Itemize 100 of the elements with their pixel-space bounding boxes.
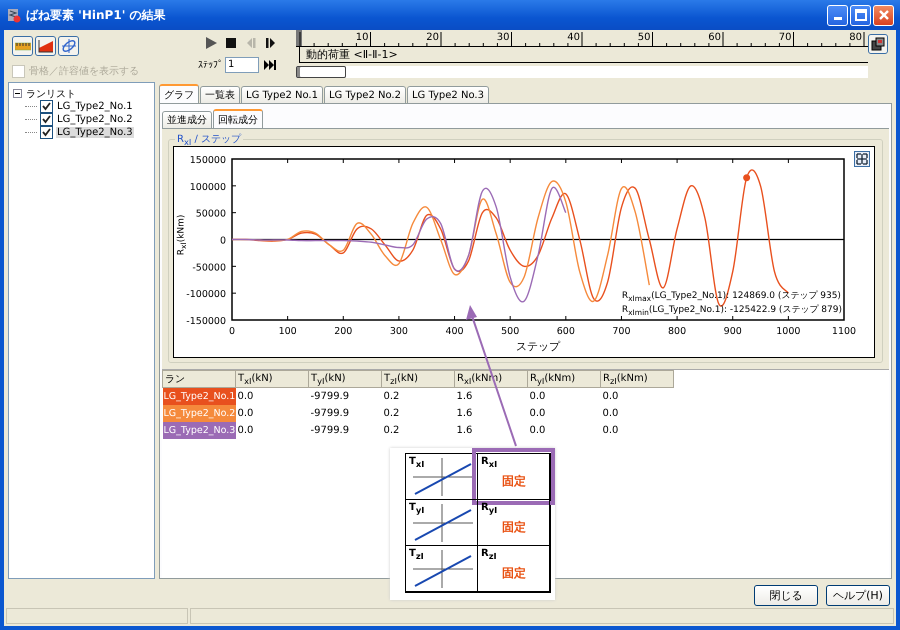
fixed-label: 固定	[502, 519, 526, 536]
x-tick-label: 400	[445, 326, 464, 337]
y-tick-label: 50000	[196, 208, 226, 220]
run-name-cell: LG_Type2_No.1	[162, 388, 236, 405]
run-checkbox[interactable]	[40, 100, 53, 113]
y-tick-label: -100000	[186, 289, 226, 300]
step-forward-icon	[264, 36, 278, 50]
windows-icon	[871, 37, 885, 51]
table-cell-text: 0.0	[528, 407, 546, 421]
table-cell-text: 1.6	[456, 407, 474, 421]
table-cell: 0.0	[236, 422, 308, 439]
fixed-label: 固定	[502, 565, 526, 582]
tab[interactable]: 一覧表	[200, 86, 240, 103]
tree-item[interactable]: LG_Type2_No.2	[56, 114, 134, 125]
y-tick-label: -50000	[192, 262, 226, 274]
run-name-cell: LG_Type2_No.2	[162, 405, 236, 422]
ruler-tool-button[interactable]	[12, 36, 33, 56]
run-checkbox[interactable]	[40, 113, 53, 126]
windows-button[interactable]	[868, 34, 888, 54]
max-marker	[743, 174, 750, 182]
table-cell: 0.0	[528, 388, 600, 405]
table-cell: 0.0	[236, 405, 308, 422]
chart-group-title: R$_{xI}$ / ステップ	[175, 132, 244, 147]
maximize-icon	[854, 9, 866, 21]
column-header[interactable]: ラン	[162, 370, 236, 388]
column-header[interactable]: T$_{zI}$(kN)	[382, 370, 454, 388]
x-tick-label: 1000	[776, 326, 800, 337]
table-cell-text: 0.0	[602, 407, 620, 421]
graph-tool-button[interactable]	[35, 36, 56, 56]
tree-item[interactable]: ランリスト	[25, 86, 77, 100]
dialog-button[interactable]: 閉じる	[754, 585, 818, 606]
stop-icon	[224, 36, 238, 50]
table-cell-text: -9799.9	[310, 407, 350, 421]
dof-label: T$_{yI}$	[409, 502, 424, 515]
column-header[interactable]: R$_{zI}$(kNm)	[600, 370, 674, 388]
column-header[interactable]: R$_{yI}$(kNm)	[528, 370, 600, 388]
fixed-label: 固定	[502, 473, 526, 490]
dialog-button[interactable]: ヘルプ(H)	[826, 585, 890, 606]
orbit-tool-button[interactable]	[58, 36, 79, 56]
spring-icon	[6, 7, 22, 23]
run-name-cell: LG_Type2_No.3	[162, 422, 236, 439]
tab[interactable]: LG Type2 No.2	[324, 86, 406, 103]
minimize-icon	[834, 17, 842, 20]
table-cell: 0.0	[600, 388, 674, 405]
tab[interactable]: LG Type2 No.1	[241, 86, 323, 103]
timeline-ruler[interactable]: 10 20 30 40 50 60 70 80	[296, 30, 868, 47]
collapse-icon[interactable]	[13, 89, 22, 98]
y-tick-label: 150000	[190, 155, 226, 166]
orbit-icon	[60, 38, 76, 54]
fit-view-icon	[856, 153, 868, 165]
load-case-label: 動的荷重 <Ⅱ-Ⅱ-1>	[306, 48, 398, 61]
x-tick-label: 100	[278, 326, 297, 337]
table-cell: 0.0	[236, 388, 308, 405]
column-header[interactable]: T$_{yI}$(kN)	[308, 370, 382, 388]
x-tick-label: 800	[668, 326, 686, 337]
maximize-button[interactable]	[850, 4, 871, 26]
table-cell: 0.2	[382, 388, 454, 405]
column-header[interactable]: T$_{xI}$(kN)	[236, 370, 308, 388]
x-tick-label: 300	[390, 326, 408, 337]
window-title: ばね要素 'HinP1' の結果	[26, 6, 166, 24]
table-cell: 1.6	[454, 388, 528, 405]
fit-view-button[interactable]	[854, 151, 870, 167]
ruler-icon	[14, 40, 30, 52]
y-tick-label: 0	[220, 236, 226, 246]
close-icon	[878, 9, 890, 21]
dof-label: R$_{zI}$	[481, 548, 497, 561]
x-tick-label: 200	[334, 326, 352, 337]
table-cell-text: 0.2	[382, 407, 400, 421]
y-tick-label: -150000	[186, 316, 226, 327]
table-cell-text: -9799.9	[310, 424, 350, 438]
dof-label: T$_{xI}$	[409, 456, 424, 469]
table-cell-text: 1.6	[456, 424, 474, 438]
x-tick-label: 900	[724, 326, 742, 337]
x-tick-label: 700	[612, 326, 631, 337]
x-tick-label: 0	[228, 326, 236, 337]
tab[interactable]: グラフ	[159, 84, 199, 103]
progress-track[interactable]	[296, 66, 868, 78]
tab[interactable]: 並進成分	[162, 111, 212, 128]
y-tick-label: 100000	[190, 182, 226, 193]
x-tick-label: 600	[556, 326, 575, 337]
x-tick-label: 1100	[832, 326, 856, 337]
dof-label: R$_{yI}$	[481, 502, 498, 515]
dof-label: T$_{zI}$	[409, 548, 424, 561]
run-checkbox[interactable]	[40, 126, 53, 139]
table-cell-text: 0.2	[382, 424, 400, 438]
tab[interactable]: 回転成分	[213, 109, 263, 128]
extreme-value-label: R$_{xImin}$(LG_Type2_No.1): -125422.9 (ステップ 879)	[622, 303, 842, 317]
x-tick-label: 500	[501, 326, 520, 337]
step-label: ｽﾃｯﾌﾟ	[198, 58, 223, 70]
table-cell: -9799.9	[308, 388, 382, 405]
progress-thumb[interactable]	[296, 66, 346, 78]
minimize-button[interactable]	[827, 4, 848, 26]
step-input[interactable]: 1	[225, 56, 259, 72]
tree-item[interactable]: LG_Type2_No.3	[56, 127, 134, 138]
skip-to-end-icon	[263, 58, 277, 72]
close-button[interactable]	[873, 4, 894, 26]
tab[interactable]: LG Type2 No.3	[406, 86, 489, 103]
area-chart-icon	[38, 39, 54, 53]
play-icon	[204, 36, 218, 50]
tree-item[interactable]: LG_Type2_No.1	[56, 101, 134, 112]
